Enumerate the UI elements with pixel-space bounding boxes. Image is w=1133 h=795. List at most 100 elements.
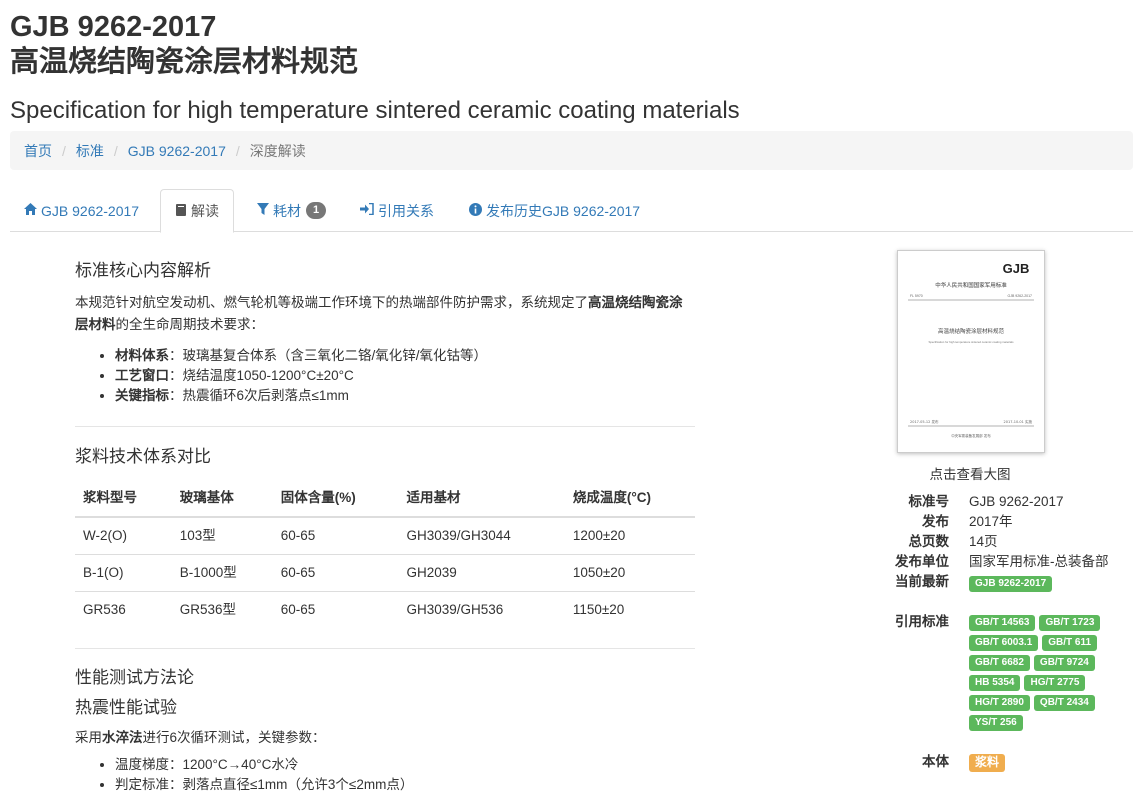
meta-value: 国家军用标准-总装备部: [969, 554, 1109, 569]
reference-tag[interactable]: GB/T 1723: [1039, 615, 1101, 631]
table-cell: B-1(O): [75, 554, 172, 592]
core-points-list: 材料体系：玻璃基复合体系（含三氧化二铬/氧化锌/氧化钴等） 工艺窗口：烧结温度1…: [75, 346, 695, 406]
meta-value: 2017年: [969, 514, 1013, 529]
table-cell: W-2(O): [75, 516, 172, 555]
section-divider: [75, 426, 695, 427]
table-cell: B-1000型: [171, 554, 273, 592]
breadcrumb: 首页 / 标准 / GJB 9262-2017 / 深度解读: [10, 131, 1133, 170]
list-item: 材料体系：玻璃基复合体系（含三氧化二铬/氧化锌/氧化钴等）: [115, 346, 695, 366]
list-item: 判定标准：剥落点直径≤1mm（允许3个≤2mm点）: [115, 775, 695, 795]
page: GJB 9262-2017 高温烧结陶瓷涂层材料规范 Specification…: [0, 0, 1133, 792]
column-header: 玻璃基体: [171, 480, 273, 518]
cover-title-cn: 高温烧结陶瓷涂层材料规范: [938, 327, 1005, 335]
section-divider: [75, 648, 695, 649]
subsection-heading-thermal-shock: 热震性能试验: [75, 698, 177, 717]
reference-tag[interactable]: HG/T 2775: [1024, 675, 1086, 691]
table-cell: 1150±20: [564, 591, 695, 628]
testing-params-list: 温度梯度：1200°C→40°C水冷 判定标准：剥落点直径≤1mm（允许3个≤2…: [75, 755, 695, 795]
referenced-standards-list: GB/T 14563 GB/T 1723 GB/T 6003.1 GB/T 61…: [969, 615, 1119, 735]
reference-tag[interactable]: HB 5354: [969, 675, 1021, 691]
table-cell: GH2039: [398, 554, 565, 592]
tab-interpretation[interactable]: 解读: [160, 189, 234, 233]
home-icon: [24, 203, 37, 218]
tab-references[interactable]: 引用关系: [346, 189, 448, 232]
standard-english-title: Specification for high temperature sinte…: [10, 97, 740, 124]
interpretation-content: 标准核心内容解析 本规范针对航空发动机、燃气轮机等极端工作环境下的热端部件防护需…: [75, 258, 695, 795]
section-heading-testing: 性能测试方法论: [75, 668, 194, 687]
meta-value: 14页: [969, 534, 998, 549]
reference-tag[interactable]: GB/T 6003.1: [969, 635, 1039, 651]
standard-chinese-title: 高温烧结陶瓷涂层材料规范: [10, 44, 359, 78]
table-row: GR536 GR536型 60-65 GH3039/GH536 1150±20: [75, 591, 695, 628]
table-cell: 1050±20: [564, 554, 695, 592]
breadcrumb-home-link[interactable]: 首页: [24, 141, 52, 161]
count-badge: 1: [306, 202, 327, 219]
table-cell: GH3039/GH3044: [398, 516, 565, 555]
reference-tag[interactable]: QB/T 2434: [1033, 695, 1095, 711]
table-row: B-1(O) B-1000型 60-65 GH2039 1050±20: [75, 554, 695, 592]
breadcrumb-separator: /: [235, 142, 240, 159]
meta-value: GJB 9262-2017: [969, 494, 1064, 509]
body-material-tag[interactable]: 浆料: [969, 754, 1006, 772]
tab-label: 耗材: [273, 202, 301, 219]
core-intro-paragraph: 本规范针对航空发动机、燃气轮机等极端工作环境下的热端部件防护需求，系统规定了高温…: [75, 295, 683, 332]
tab-bar: GJB 9262-2017 解读 耗材 1 引用关系 发布历史GJB 9262-…: [10, 189, 1133, 233]
tab-publish-history[interactable]: 发布历史GJB 9262-2017: [455, 189, 654, 232]
cover-view-larger-link[interactable]: 点击查看大图: [870, 463, 1070, 483]
filter-icon: [257, 202, 269, 219]
cover-code: GJB 9262-2017: [1007, 294, 1032, 298]
breadcrumb-standard-link[interactable]: GJB 9262-2017: [128, 143, 226, 159]
reference-tag[interactable]: GB/T 6682: [969, 655, 1030, 671]
reference-tag[interactable]: HG/T 2890: [969, 695, 1030, 711]
reference-tag[interactable]: GB/T 611: [1042, 635, 1098, 651]
table-cell: 60-65: [272, 516, 399, 555]
reference-tag[interactable]: GB/T 14563: [969, 615, 1036, 631]
section-heading-slurry: 浆料技术体系对比: [75, 447, 211, 466]
cover-publish-date: 2017-05-12 发布: [910, 419, 939, 424]
table-cell: 60-65: [272, 591, 399, 628]
latest-version-tag[interactable]: GJB 9262-2017: [969, 576, 1053, 592]
info-circle-icon: [469, 202, 482, 219]
meta-label: 总页数: [908, 534, 950, 549]
cover-issuer: 中央军委装备发展部 发布: [951, 433, 991, 438]
breadcrumb-standards-link[interactable]: 标准: [76, 141, 104, 161]
tab-label: 发布历史GJB 9262-2017: [486, 202, 641, 219]
cover-logo: GJB: [1003, 261, 1030, 276]
meta-label: 标准号: [908, 494, 950, 509]
book-icon: [175, 203, 187, 219]
table-header-row: 浆料型号 玻璃基体 固体含量(%) 适用基材 烧成温度(°C): [75, 480, 695, 518]
meta-label: 发布: [922, 514, 949, 529]
reference-tag[interactable]: GB/T 9724: [1033, 655, 1095, 671]
cover-org: 中华人民共和国国家军用标准: [935, 281, 1007, 289]
cover-title-en: Specification for high temperature sinte…: [928, 340, 1014, 344]
tab-label: 解读: [191, 203, 219, 219]
column-header: 固体含量(%): [272, 480, 399, 518]
cover-ics: FL 5970: [910, 294, 923, 298]
tab-consumables[interactable]: 耗材 1: [243, 189, 340, 232]
tab-label: GJB 9262-2017: [41, 202, 140, 219]
list-item: 温度梯度：1200°C→40°C水冷: [115, 755, 695, 775]
meta-label: 当前最新: [895, 574, 949, 589]
tab-label: 引用关系: [378, 202, 434, 219]
list-item: 工艺窗口：烧结温度1050-1200°C±20°C: [115, 366, 695, 386]
testing-intro-paragraph: 采用水淬法进行6次循环测试，关键参数：: [75, 730, 326, 745]
cover-implement-date: 2017-10-01 实施: [1004, 419, 1033, 424]
tab-standard-home[interactable]: GJB 9262-2017: [10, 189, 153, 232]
sign-in-icon: [360, 202, 374, 218]
meta-label: 引用标准: [895, 614, 949, 629]
table-cell: 1200±20: [564, 516, 695, 555]
table-cell: 103型: [171, 516, 273, 555]
breadcrumb-separator: /: [113, 142, 118, 159]
reference-tag[interactable]: YS/T 256: [969, 715, 1023, 731]
breadcrumb-current: 深度解读: [249, 142, 306, 159]
meta-label: 本体: [922, 754, 949, 769]
list-item: 关键指标：热震循环6次后剥落点≤1mm: [115, 386, 695, 406]
table-cell: GR536: [75, 591, 172, 628]
meta-label: 发布单位: [895, 554, 949, 569]
section-heading-core: 标准核心内容解析: [75, 261, 211, 280]
table-cell: 60-65: [272, 554, 399, 592]
column-header: 浆料型号: [75, 480, 172, 518]
breadcrumb-separator: /: [62, 142, 66, 159]
table-row: W-2(O) 103型 60-65 GH3039/GH3044 1200±20: [75, 516, 695, 555]
standard-cover-thumbnail[interactable]: GJB 中华人民共和国国家军用标准 FL 5970 GJB 9262-2017 …: [897, 250, 1045, 453]
